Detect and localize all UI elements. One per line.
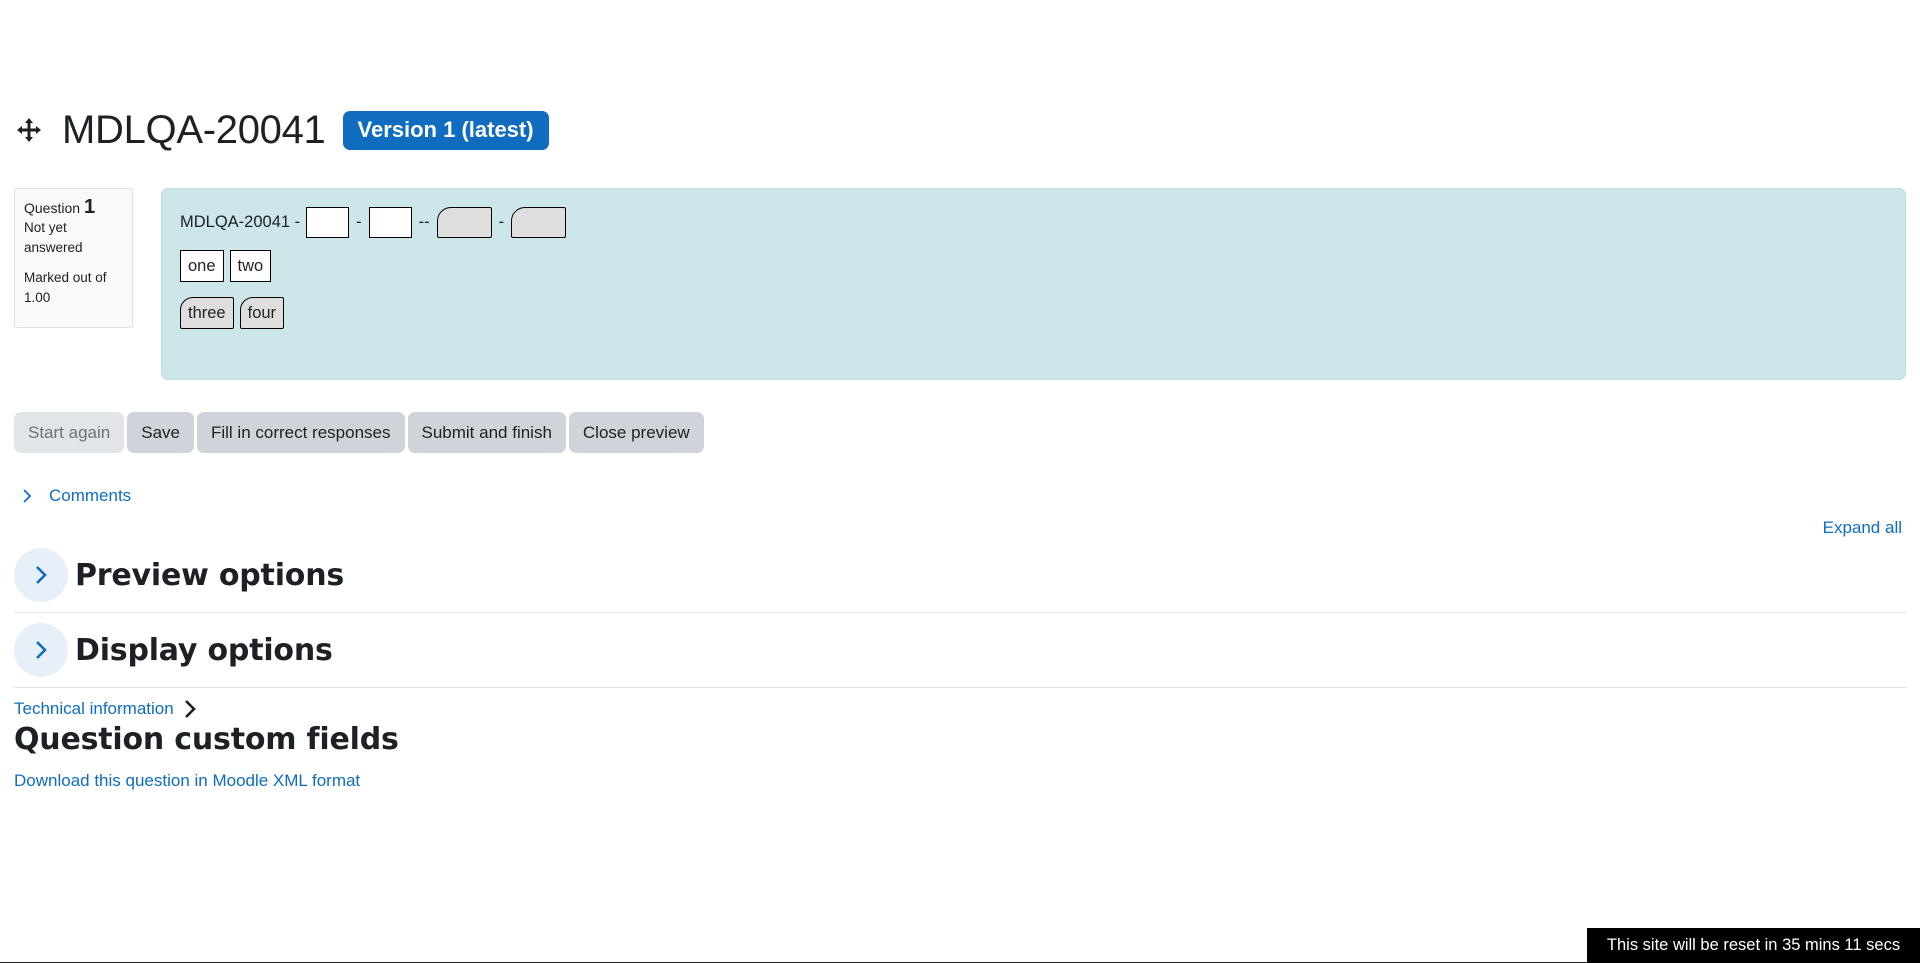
expand-all-link[interactable]: Expand all bbox=[1823, 518, 1902, 538]
fill-correct-button[interactable]: Fill in correct responses bbox=[196, 412, 405, 453]
chevron-right-icon bbox=[23, 489, 32, 503]
drag-items-group-2: three four bbox=[180, 297, 1887, 329]
drag-item-two[interactable]: two bbox=[229, 250, 272, 282]
drag-item-four[interactable]: four bbox=[239, 297, 285, 329]
preview-options-heading: Preview options bbox=[75, 557, 345, 593]
display-options-section[interactable]: Display options bbox=[14, 613, 1907, 688]
chevron-right-icon[interactable] bbox=[180, 698, 200, 720]
state-text-2: answered bbox=[24, 240, 83, 255]
page-title: MDLQA-20041 bbox=[62, 107, 326, 152]
state-text: Not yet bbox=[24, 220, 67, 235]
version-badge: Version 1 (latest) bbox=[342, 110, 549, 150]
chevron-right-icon[interactable] bbox=[14, 623, 68, 677]
question-label: Question bbox=[24, 200, 81, 216]
custom-fields-heading: Question custom fields bbox=[14, 722, 399, 757]
action-buttons: Start again Save Fill in correct respons… bbox=[14, 412, 704, 453]
technical-information: Technical information bbox=[14, 698, 200, 720]
marks-value: 1.00 bbox=[24, 290, 51, 305]
drop-zone-2[interactable] bbox=[368, 207, 412, 238]
separator: -- bbox=[418, 213, 430, 231]
download-xml-link[interactable]: Download this question in Moodle XML for… bbox=[14, 771, 360, 791]
start-again-button[interactable]: Start again bbox=[14, 412, 125, 453]
separator: - bbox=[356, 213, 362, 231]
move-icon[interactable] bbox=[14, 115, 44, 145]
question-text-row: MDLQA-20041 - - -- - bbox=[180, 207, 1887, 238]
separator: - bbox=[498, 213, 505, 231]
drag-items-group-1: one two bbox=[180, 250, 1887, 282]
close-preview-button[interactable]: Close preview bbox=[568, 412, 704, 453]
preview-options-section[interactable]: Preview options bbox=[14, 538, 1907, 613]
question-content: MDLQA-20041 - - -- - one two three four bbox=[161, 188, 1906, 380]
technical-information-link[interactable]: Technical information bbox=[14, 699, 174, 719]
drop-zone-4[interactable] bbox=[511, 207, 567, 238]
reset-notice: This site will be reset in 35 mins 11 se… bbox=[1587, 928, 1920, 963]
display-options-heading: Display options bbox=[75, 632, 333, 668]
comments-toggle[interactable]: Comments bbox=[20, 486, 131, 506]
comments-label: Comments bbox=[49, 486, 132, 505]
save-button[interactable]: Save bbox=[127, 412, 194, 453]
question-info: Question 1 Not yet answered Marked out o… bbox=[14, 188, 133, 328]
question-number: 1 bbox=[83, 196, 96, 218]
chevron-right-icon[interactable] bbox=[14, 548, 68, 602]
drop-zone-1[interactable] bbox=[306, 207, 350, 238]
drop-zone-3[interactable] bbox=[436, 207, 492, 238]
drag-item-one[interactable]: one bbox=[180, 250, 224, 282]
page-header: MDLQA-20041 Version 1 (latest) bbox=[14, 100, 549, 160]
question-prefix: MDLQA-20041 - bbox=[180, 213, 301, 231]
drag-item-three[interactable]: three bbox=[180, 297, 234, 329]
marks-text: Marked out of bbox=[24, 270, 107, 285]
submit-finish-button[interactable]: Submit and finish bbox=[407, 412, 566, 453]
